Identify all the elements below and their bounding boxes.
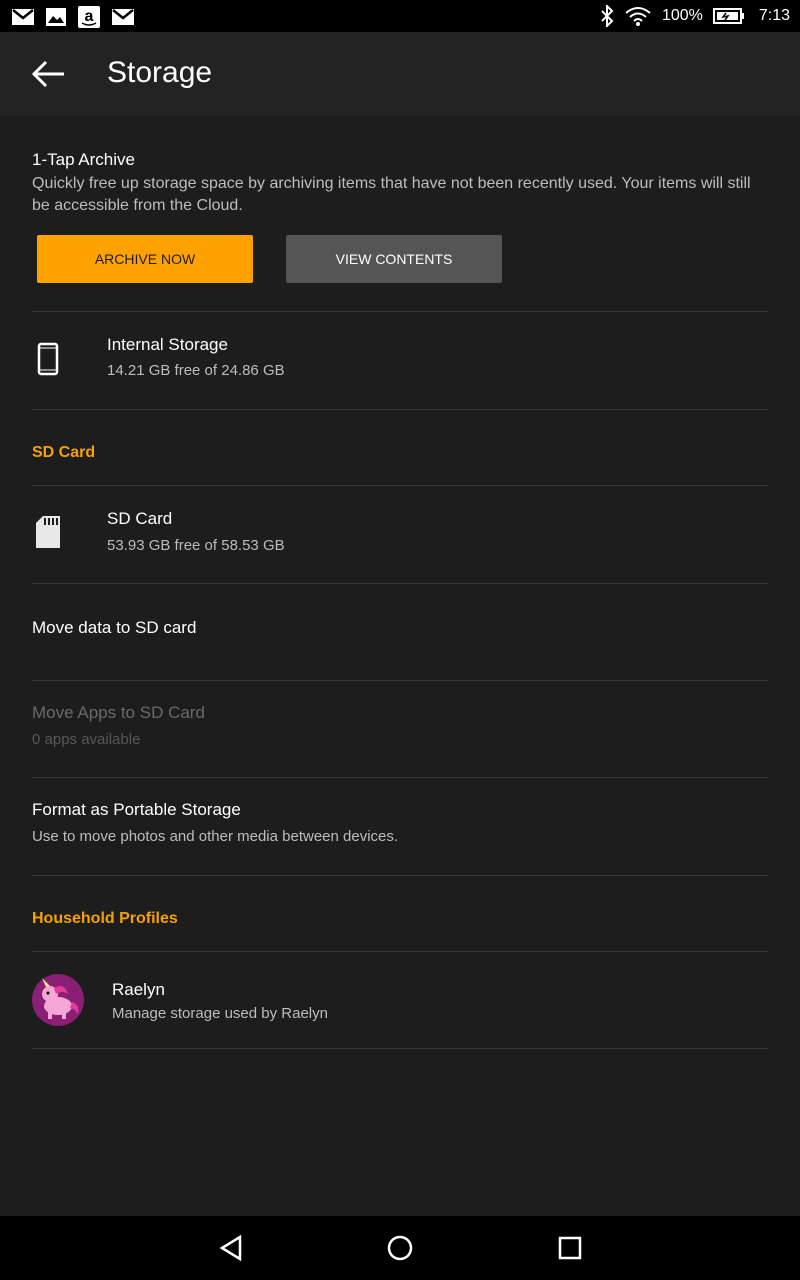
page-title: Storage (107, 56, 213, 89)
internal-storage-subtitle: 14.21 GB free of 24.86 GB (107, 362, 285, 379)
svg-text:a: a (85, 8, 94, 25)
battery-icon (712, 8, 744, 24)
view-contents-label: VIEW CONTENTS (335, 251, 453, 267)
nav-back-icon[interactable] (218, 1234, 244, 1262)
internal-storage-title: Internal Storage (107, 335, 228, 354)
sd-card-title: SD Card (107, 509, 173, 528)
archive-title: 1-Tap Archive (32, 150, 135, 169)
household-section-header: Household Profiles (32, 910, 178, 927)
mail-icon (112, 9, 134, 25)
back-arrow-icon[interactable] (30, 58, 66, 90)
sd-card-icon (36, 516, 60, 548)
move-apps-item: Move Apps to SD Card 0 apps available (32, 681, 768, 777)
view-contents-button[interactable]: VIEW CONTENTS (286, 235, 502, 283)
move-data-title: Move data to SD card (32, 618, 197, 637)
amazon-icon: a (78, 6, 100, 28)
bluetooth-icon (601, 5, 614, 27)
image-icon (46, 8, 66, 26)
internal-storage-item[interactable]: Internal Storage 14.21 GB free of 24.86 … (32, 312, 768, 408)
sd-card-item[interactable]: SD Card 53.93 GB free of 58.53 GB (32, 486, 768, 582)
nav-recents-icon[interactable] (558, 1236, 582, 1260)
phone-icon (37, 342, 59, 376)
profile-item-raelyn[interactable]: Raelyn Manage storage used by Raelyn (32, 952, 768, 1048)
battery-percent: 100% (661, 7, 703, 24)
divider (32, 409, 768, 410)
nav-home-icon[interactable] (386, 1234, 414, 1262)
app-bar: Storage (0, 32, 800, 116)
notification-icons: a (12, 6, 134, 28)
unicorn-avatar (32, 974, 84, 1026)
archive-description: Quickly free up storage space by archivi… (32, 175, 751, 214)
sd-card-subtitle: 53.93 GB free of 58.53 GB (107, 537, 285, 554)
move-apps-title: Move Apps to SD Card (32, 703, 205, 722)
archive-now-label: ARCHIVE NOW (94, 251, 196, 267)
archive-now-button[interactable]: ARCHIVE NOW (37, 235, 253, 283)
divider (32, 1048, 768, 1049)
format-subtitle: Use to move photos and other media betwe… (32, 828, 399, 845)
profile-subtitle: Manage storage used by Raelyn (112, 1005, 328, 1022)
move-data-item[interactable]: Move data to SD card (32, 584, 768, 680)
profile-name: Raelyn (112, 980, 165, 999)
mail-icon (12, 9, 34, 25)
format-portable-item[interactable]: Format as Portable Storage Use to move p… (32, 778, 768, 874)
format-title: Format as Portable Storage (32, 800, 241, 819)
divider (32, 875, 768, 876)
status-bar: a 100% 7:13 (0, 0, 800, 32)
clock: 7:13 (758, 7, 790, 24)
sd-section-header: SD Card (32, 444, 96, 461)
move-apps-subtitle: 0 apps available (32, 731, 141, 748)
wifi-icon (625, 7, 651, 26)
navigation-bar (0, 1216, 800, 1280)
